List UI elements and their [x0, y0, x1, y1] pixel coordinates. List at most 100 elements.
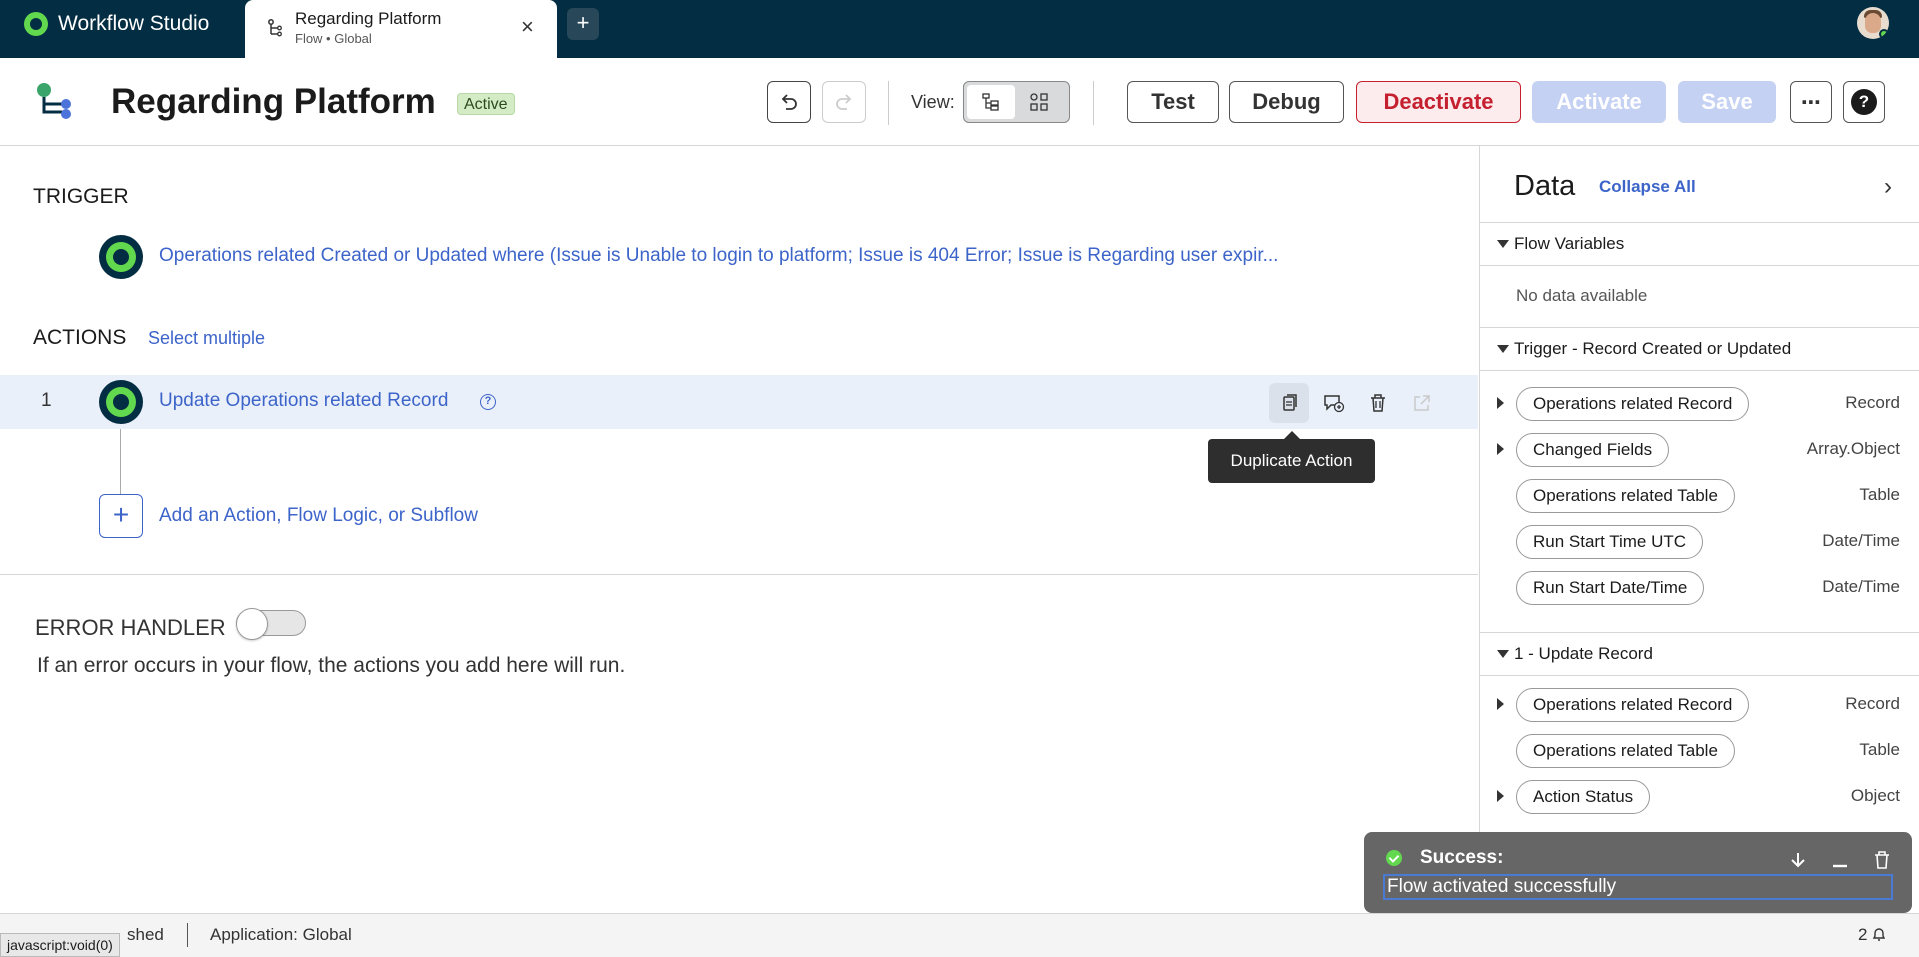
toast-message[interactable]: Flow activated successfully [1383, 874, 1893, 900]
data-pill[interactable]: Action Status [1516, 780, 1651, 814]
section-trigger-record[interactable]: Trigger - Record Created or Updated [1480, 327, 1919, 371]
data-pill[interactable]: Changed Fields [1516, 433, 1670, 467]
header-divider [1093, 81, 1094, 125]
deactivate-button[interactable]: Deactivate [1356, 81, 1521, 123]
tree-view-option[interactable] [967, 85, 1015, 119]
delete-action-button[interactable] [1358, 383, 1398, 423]
tab-regarding-platform[interactable]: Regarding Platform Flow • Global × [245, 0, 557, 58]
minimize-icon [1833, 864, 1847, 868]
data-panel-title: Data [1514, 170, 1576, 202]
data-pill-type: Date/Time [1822, 531, 1900, 550]
action-number: 1 [41, 390, 52, 411]
section-label: 1 - Update Record [1514, 644, 1653, 663]
data-pill-row: Run Start Time UTC Date/Time [1480, 523, 1919, 561]
error-handler-description: If an error occurs in your flow, the act… [37, 654, 626, 677]
data-pill[interactable]: Operations related Table [1516, 734, 1735, 768]
user-avatar[interactable] [1857, 7, 1889, 39]
trigger-summary-link[interactable]: Operations related Created or Updated wh… [159, 245, 1344, 267]
section-flow-variables[interactable]: Flow Variables [1480, 222, 1919, 266]
chevron-right-icon[interactable]: › [1884, 173, 1892, 201]
action-title[interactable]: Update Operations related Record [159, 390, 448, 412]
add-comment-button[interactable] [1314, 383, 1354, 423]
status-published: shed [127, 925, 164, 944]
toast-dismiss-button[interactable] [1870, 848, 1894, 872]
select-multiple-link[interactable]: Select multiple [148, 328, 265, 349]
duplicate-action-tooltip: Duplicate Action [1208, 431, 1375, 483]
section-label: Trigger - Record Created or Updated [1514, 339, 1792, 358]
caret-down-icon [1497, 345, 1509, 353]
flow-icon [268, 19, 282, 37]
data-pill-row: Operations related Table Table [1480, 477, 1919, 515]
duplicate-action-button[interactable] [1269, 383, 1309, 423]
node-ring [106, 387, 136, 417]
error-handler-toggle[interactable] [236, 608, 306, 640]
data-panel: Data Collapse All › Flow Variables No da… [1479, 146, 1919, 913]
toast-expand-button[interactable] [1786, 848, 1810, 872]
trash-icon [1371, 394, 1385, 412]
status-divider [187, 923, 188, 947]
no-data-text: No data available [1516, 286, 1648, 305]
success-toast: Success: Flow activated successfully [1364, 832, 1912, 913]
activate-button[interactable]: Activate [1532, 81, 1666, 123]
caret-right-icon[interactable] [1497, 790, 1504, 802]
tab-close-icon[interactable]: × [521, 16, 534, 38]
data-pill-row: Operations related Record Record [1480, 686, 1919, 724]
data-pill-type: Record [1845, 694, 1900, 713]
flow-logo-icon [37, 83, 71, 119]
data-pill-row: Operations related Table Table [1480, 732, 1919, 770]
app-brand[interactable]: Workflow Studio [24, 10, 209, 38]
data-pill-type: Array.Object [1806, 439, 1900, 458]
help-icon: ? [1851, 89, 1877, 115]
data-pill[interactable]: Run Start Date/Time [1516, 571, 1705, 605]
toast-minimize-button[interactable] [1828, 848, 1852, 872]
undo-button[interactable] [767, 81, 811, 123]
data-pill-type: Object [1850, 786, 1900, 805]
help-button[interactable]: ? [1843, 81, 1885, 123]
open-action-button[interactable] [1402, 383, 1442, 423]
add-action-plus-icon[interactable]: + [99, 494, 143, 538]
diagram-view-icon [1030, 93, 1048, 111]
tree-view-icon [982, 93, 999, 111]
node-ring [106, 242, 136, 272]
data-pill-type: Record [1845, 393, 1900, 412]
status-application: Application: Global [210, 925, 352, 944]
page-title: Regarding Platform [111, 82, 436, 121]
notification-count: 2 [1858, 925, 1868, 944]
app-name: Workflow Studio [58, 12, 210, 35]
data-pill-row: Operations related Record Record [1480, 385, 1919, 423]
data-pill-type: Table [1859, 485, 1900, 504]
diagram-view-option[interactable] [1015, 85, 1063, 119]
save-button[interactable]: Save [1678, 81, 1776, 123]
status-bar: shed Application: Global 2 [0, 913, 1919, 957]
trigger-heading: TRIGGER [33, 185, 129, 208]
data-pill[interactable]: Operations related Table [1516, 479, 1735, 513]
workflow-studio-logo-icon [24, 12, 48, 36]
section-update-record[interactable]: 1 - Update Record [1480, 632, 1919, 676]
redo-button[interactable] [822, 81, 866, 123]
comment-add-icon [1324, 395, 1345, 413]
top-bar: Workflow Studio Regarding Platform Flow … [0, 0, 1919, 58]
test-button[interactable]: Test [1127, 81, 1219, 123]
action-help-icon[interactable]: ? [480, 394, 496, 410]
more-options-button[interactable]: ⋯ [1790, 81, 1832, 123]
new-tab-button[interactable]: + [567, 8, 599, 40]
tab-title: Regarding Platform [295, 9, 442, 28]
redo-icon [836, 94, 852, 110]
external-link-icon [1414, 395, 1430, 411]
notifications-indicator[interactable]: 2 [1858, 925, 1886, 945]
add-action-link[interactable]: Add an Action, Flow Logic, or Subflow [159, 505, 478, 527]
caret-down-icon [1497, 650, 1509, 658]
debug-button[interactable]: Debug [1229, 81, 1344, 123]
flow-header: Regarding Platform Active View: Test Deb… [0, 58, 1919, 146]
action-node-icon [99, 380, 143, 424]
data-pill[interactable]: Operations related Record [1516, 387, 1750, 421]
data-pill[interactable]: Run Start Time UTC [1516, 525, 1704, 559]
caret-right-icon[interactable] [1497, 443, 1504, 455]
caret-right-icon[interactable] [1497, 397, 1504, 409]
arrow-down-icon [1791, 853, 1805, 868]
action-row[interactable]: 1 Update Operations related Record ? [0, 375, 1478, 429]
view-toggle [963, 81, 1070, 123]
caret-right-icon[interactable] [1497, 698, 1504, 710]
collapse-all-link[interactable]: Collapse All [1599, 177, 1696, 197]
data-pill[interactable]: Operations related Record [1516, 688, 1750, 722]
